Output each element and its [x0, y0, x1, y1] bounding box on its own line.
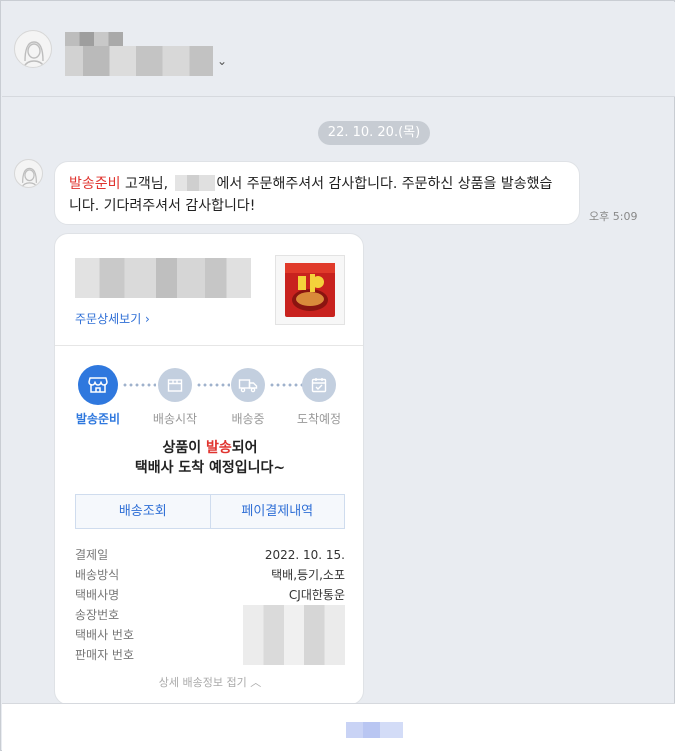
info-value: CJ대한통운 — [288, 588, 345, 602]
progress-dots — [122, 383, 156, 387]
message-text-a: 고객님, — [120, 176, 173, 192]
redacted-product-name — [75, 258, 251, 298]
redacted-footer-link[interactable] — [346, 722, 403, 738]
info-row: 판매자 번호 — [75, 645, 345, 665]
message-bubble: 발송준비 고객님, 에서 주문해주셔서 감사합니다. 주문하신 상품을 발송했습… — [54, 161, 580, 225]
status-message: 상품이 발송되어 택배사 도착 예정입니다~ — [55, 438, 363, 478]
track-delivery-button[interactable]: 배송조회 — [76, 495, 210, 528]
action-buttons: 배송조회 페이결제내역 — [75, 494, 345, 529]
info-key: 판매자 번호 — [75, 648, 135, 662]
chat-header: ⌄ — [2, 2, 675, 97]
redacted-value — [243, 625, 345, 645]
date-divider: 22. 10. 20.(목) — [318, 121, 430, 145]
shipping-progress: 발송준비 배송시작 배송중 도착예정 — [55, 362, 363, 432]
avatar[interactable] — [14, 30, 52, 68]
info-row: 결제일 2022. 10. 15. — [75, 545, 345, 565]
store-icon — [88, 377, 108, 393]
chat-footer — [2, 703, 675, 751]
order-card: 주문상세보기 › 발송준비 배송시작 배송중 도착예정 상품이 발송되어 택배사… — [54, 233, 364, 705]
truck-icon — [238, 379, 258, 393]
status-text-b: 되어 — [231, 440, 258, 456]
redacted-store-name — [174, 175, 215, 191]
collapse-details-link[interactable]: 상세 배송정보 접기 ︿ — [55, 674, 363, 690]
info-row: 택배사명 CJ대한통운 — [75, 585, 345, 605]
redacted-value — [243, 605, 345, 625]
step-label: 도착예정 — [296, 412, 342, 426]
step-label: 배송중 — [231, 412, 265, 426]
info-key: 결제일 — [75, 548, 109, 562]
info-key: 송장번호 — [75, 608, 120, 622]
step-shipping-start — [158, 368, 192, 402]
info-key: 택배사명 — [75, 588, 120, 602]
chevron-down-icon[interactable]: ⌄ — [217, 54, 227, 68]
info-value: 택배,등기,소포 — [271, 568, 345, 582]
step-label: 배송시작 — [152, 412, 198, 426]
sender-avatar[interactable] — [14, 159, 43, 188]
redacted-channel-info — [65, 46, 213, 76]
delivery-info: 결제일 2022. 10. 15. 배송방식 택배,등기,소포 택배사명 CJ대… — [75, 545, 345, 665]
info-key: 택배사 번호 — [75, 628, 135, 642]
box-icon — [167, 379, 183, 392]
progress-dots — [196, 383, 230, 387]
redacted-channel-name — [65, 32, 123, 46]
redacted-value — [243, 645, 345, 665]
step-arrival — [302, 368, 336, 402]
message-time: 오후 5:09 — [589, 210, 638, 223]
info-row: 배송방식 택배,등기,소포 — [75, 565, 345, 585]
info-row: 송장번호 — [75, 605, 345, 625]
status-text-a: 상품이 — [162, 440, 206, 456]
order-detail-link[interactable]: 주문상세보기 › — [75, 310, 150, 327]
status-line-2: 택배사 도착 예정입니다~ — [134, 460, 286, 476]
info-value: 2022. 10. 15. — [264, 548, 345, 562]
message-highlight: 발송준비 — [69, 176, 121, 192]
chat-window: ⌄ 22. 10. 20.(목) 발송준비 고객님, 에서 주문해주셔서 감사합… — [0, 0, 675, 751]
step-ready — [78, 365, 118, 405]
status-highlight: 발송 — [205, 440, 232, 456]
info-row: 택배사 번호 — [75, 625, 345, 645]
product-thumbnail[interactable] — [275, 255, 345, 325]
step-label: 발송준비 — [75, 412, 121, 426]
pay-history-button[interactable]: 페이결제내역 — [209, 495, 345, 528]
progress-dots — [269, 383, 303, 387]
step-in-transit — [231, 368, 265, 402]
person-icon — [23, 41, 45, 67]
noodle-package-image — [285, 263, 335, 317]
calendar-check-icon — [311, 378, 327, 393]
divider — [55, 345, 363, 346]
info-key: 배송방식 — [75, 568, 120, 582]
person-icon — [21, 167, 38, 187]
